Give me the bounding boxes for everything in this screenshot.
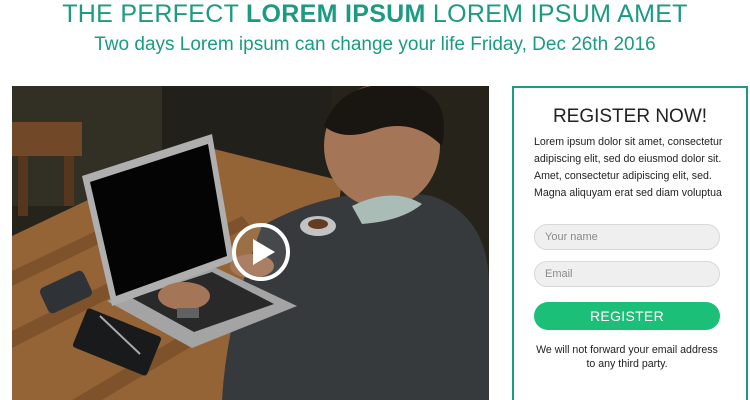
register-panel: REGISTER NOW! Lorem ipsum dolor sit amet… (512, 86, 748, 400)
video-player[interactable] (12, 86, 489, 400)
title-prefix: THE PERFECT (62, 0, 246, 28)
email-input[interactable] (534, 261, 720, 287)
register-button[interactable]: REGISTER (534, 302, 720, 330)
play-icon (252, 239, 275, 265)
register-description: Lorem ipsum dolor sit amet, consectetur … (534, 136, 723, 199)
play-button[interactable] (232, 223, 290, 281)
privacy-note: We will not forward your email address t… (536, 344, 718, 370)
landing-page: THE PERFECT LOREM IPSUM LOREM IPSUM AMET… (0, 0, 750, 400)
register-title: REGISTER NOW! (552, 106, 708, 127)
page-subtitle: Two days Lorem ipsum can change your lif… (94, 34, 656, 55)
title-suffix: LOREM IPSUM AMET (425, 0, 688, 28)
page-title: THE PERFECT LOREM IPSUM LOREM IPSUM AMET (0, 0, 750, 28)
title-bold: LOREM IPSUM (245, 0, 426, 28)
name-input[interactable] (534, 224, 720, 250)
